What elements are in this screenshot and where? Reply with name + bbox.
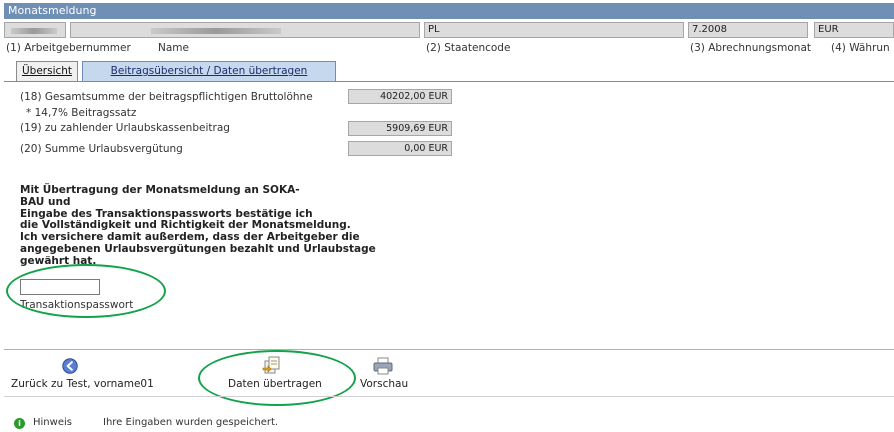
- info-icon: i: [14, 418, 25, 429]
- hint-message: Ihre Eingaben wurden gespeichert.: [103, 417, 279, 428]
- arrow-left-circle-icon: [62, 358, 78, 374]
- redacted-value: [11, 28, 57, 34]
- name-label: Name: [158, 42, 189, 54]
- confirmation-line: BAU und: [20, 195, 71, 208]
- staatencode-field: PL: [424, 22, 684, 38]
- row19-value: 5909,69 EUR: [348, 121, 452, 136]
- arbeitgebernummer-field: [4, 22, 66, 38]
- redacted-value: [151, 28, 281, 34]
- highlight-ring-password: [6, 264, 166, 318]
- row18-value: 40202,00 EUR: [348, 89, 452, 104]
- highlight-ring-submit: [198, 350, 356, 406]
- rate-label: * 14,7% Beitragssatz: [26, 107, 137, 119]
- status-divider: [4, 396, 894, 397]
- row20-value: 0,00 EUR: [348, 141, 452, 156]
- toolbar-divider: [4, 349, 894, 350]
- staatencode-label: (2) Staatencode: [426, 42, 511, 54]
- tab-uebersicht[interactable]: Übersicht: [16, 61, 78, 81]
- arbeitgebernummer-label: (1) Arbeitgebernummer: [6, 42, 131, 54]
- name-field: [70, 22, 420, 38]
- waehrung-label: (4) Währun: [831, 42, 890, 54]
- row19-label: (19) zu zahlender Urlaubskassenbeitrag: [20, 122, 230, 134]
- row18-label: (18) Gesamtsumme der beitragspflichtigen…: [20, 91, 313, 103]
- back-button[interactable]: Zurück zu Test, vorname01: [8, 356, 178, 392]
- abrechnungsmonat-label: (3) Abrechnungsmonat: [690, 42, 811, 54]
- vorschau-label: Vorschau: [360, 378, 409, 390]
- hint-label: Hinweis: [33, 417, 72, 428]
- printer-icon: [373, 357, 393, 375]
- confirmation-line: Mit Übertragung der Monatsmeldung an SOK…: [20, 184, 300, 196]
- abrechnungsmonat-field: 7.2008: [688, 22, 808, 38]
- waehrung-field: EUR: [814, 22, 894, 38]
- confirmation-text: Mit Übertragung der Monatsmeldung an SOK…: [20, 184, 420, 268]
- row20-label: (20) Summe Urlaubsvergütung: [20, 143, 183, 155]
- back-button-label: Zurück zu Test, vorname01: [11, 378, 154, 390]
- vorschau-button[interactable]: Vorschau: [356, 356, 416, 392]
- window-title: Monatsmeldung: [4, 3, 894, 19]
- confirmation-line: angegebenen Urlaubsvergütungen bezahlt u…: [20, 242, 376, 255]
- tab-beitragsuebersicht[interactable]: Beitragsübersicht / Daten übertragen: [82, 61, 336, 81]
